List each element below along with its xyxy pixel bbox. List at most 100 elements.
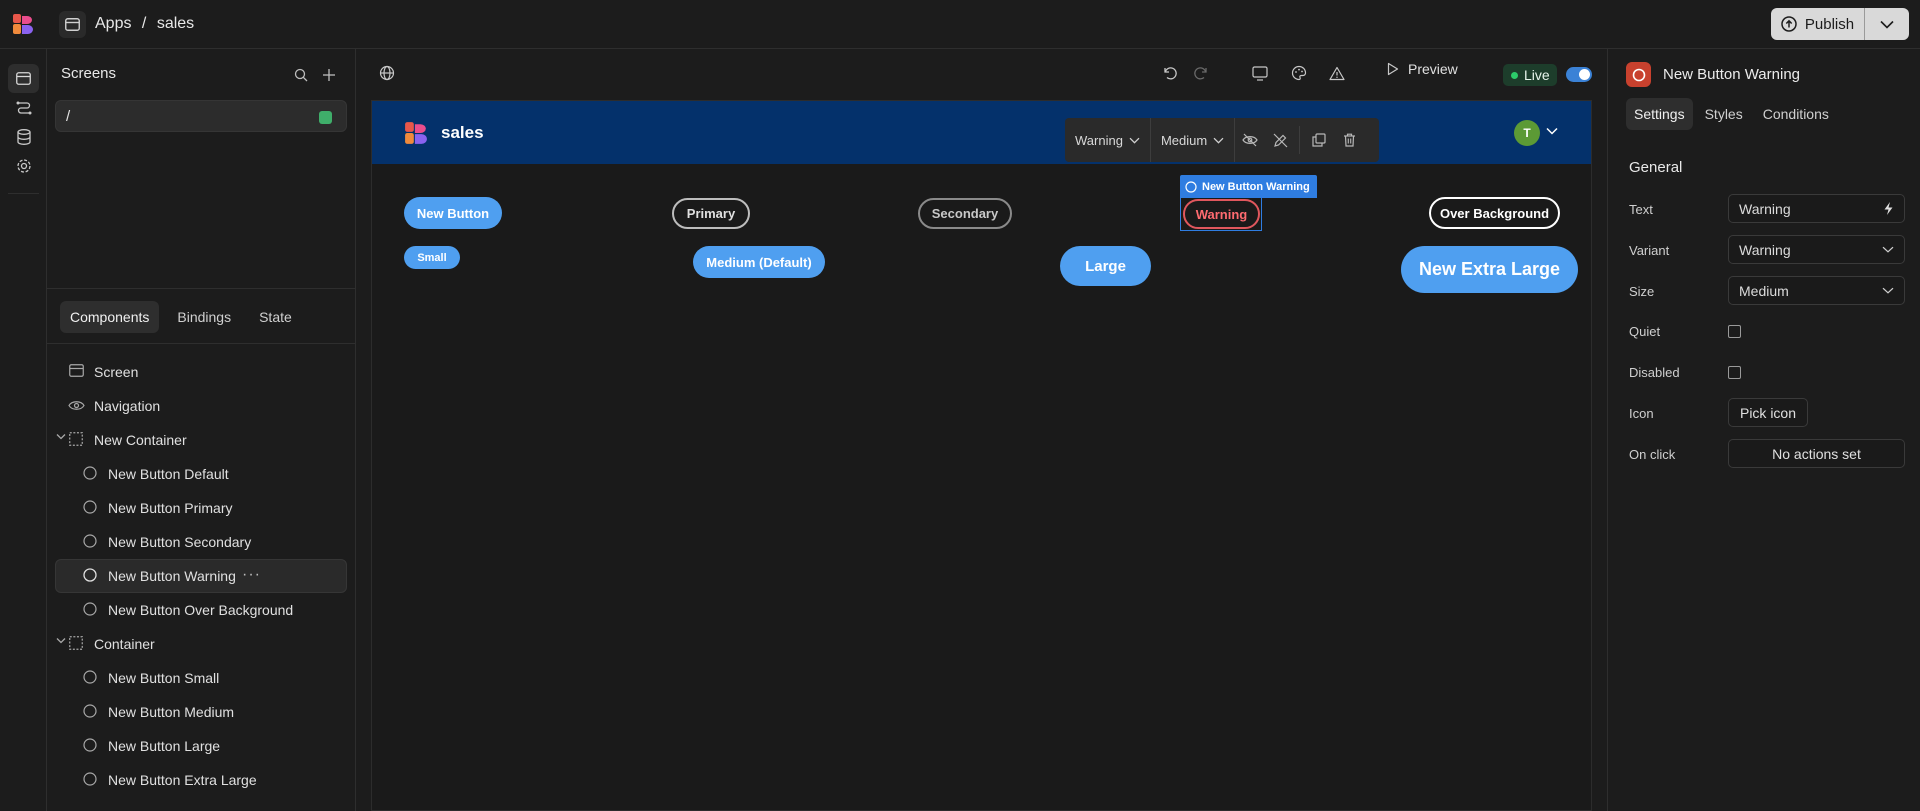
search-icon	[294, 68, 308, 82]
database-icon	[16, 128, 31, 145]
breadcrumb-apps[interactable]: Apps	[95, 15, 131, 32]
avatar[interactable]: T	[1514, 120, 1540, 146]
chevron-down-icon	[56, 434, 66, 440]
component-name[interactable]: New Button Warning	[1663, 66, 1800, 83]
app-logo-icon	[404, 121, 428, 145]
tab-bindings[interactable]: Bindings	[167, 301, 241, 333]
tree-item-new-container[interactable]: New Container	[55, 423, 347, 457]
breadcrumb-separator: /	[141, 15, 147, 32]
tree-item-new-button-small[interactable]: New Button Small	[55, 661, 347, 695]
left-panel: Screens / Components Bindings State Scre…	[47, 49, 356, 811]
live-label: Live	[1524, 67, 1550, 83]
tree-item-label: New Button Extra Large	[108, 772, 257, 788]
tab-conditions[interactable]: Conditions	[1755, 98, 1837, 130]
button-extra-large[interactable]: New Extra Large	[1401, 246, 1578, 293]
screen-item[interactable]: /	[55, 100, 347, 132]
variant-label: Variant	[1629, 243, 1670, 258]
size-select[interactable]: Medium	[1151, 118, 1236, 162]
pick-icon-button[interactable]: Pick icon	[1728, 398, 1808, 427]
tree-item-new-button-secondary[interactable]: New Button Secondary	[55, 525, 347, 559]
rail-automation-button[interactable]	[8, 93, 39, 122]
chevron-down-icon	[56, 638, 66, 644]
quiet-toggle-button[interactable]	[1235, 118, 1265, 162]
redo-button[interactable]	[1193, 61, 1209, 85]
globe-button[interactable]	[379, 61, 395, 85]
tab-settings[interactable]: Settings	[1626, 98, 1693, 130]
tree-item-navigation[interactable]: Navigation	[55, 389, 347, 423]
tree-item-new-button-over-background[interactable]: New Button Over Background	[55, 593, 347, 627]
size-select-value: Medium	[1160, 132, 1208, 148]
play-icon	[1387, 62, 1399, 76]
variant-dropdown[interactable]: Warning	[1728, 235, 1905, 264]
publish-button[interactable]: Publish	[1771, 8, 1865, 40]
theme-button[interactable]	[1291, 61, 1307, 85]
chevron-down-icon	[1546, 127, 1558, 135]
app-navigation-bar: sales T Warning Medium	[372, 101, 1591, 164]
device-preview-button[interactable]	[1252, 61, 1268, 85]
chevron-down-icon	[1129, 137, 1140, 144]
button-circle-icon	[83, 500, 97, 514]
variant-select[interactable]: Warning	[1065, 118, 1151, 162]
tree-item-new-button-medium[interactable]: New Button Medium	[55, 695, 347, 729]
button-large[interactable]: Large	[1060, 246, 1151, 286]
button-over-background[interactable]: Over Background	[1429, 197, 1560, 229]
quiet-checkbox[interactable]	[1728, 325, 1741, 338]
tree-item-new-button-warning[interactable]: New Button Warning ···	[55, 559, 347, 593]
tree-item-label: New Button Secondary	[108, 534, 252, 550]
more-options-icon[interactable]: ···	[242, 566, 261, 584]
size-dropdown[interactable]: Medium	[1728, 276, 1905, 305]
button-small[interactable]: Small	[404, 246, 460, 269]
button-new-button[interactable]: New Button	[404, 197, 502, 229]
selected-component-name: New Button Warning	[1202, 180, 1310, 193]
breadcrumb-app[interactable]: sales	[157, 15, 194, 32]
variant-dropdown-value: Warning	[1739, 241, 1791, 258]
button-circle-icon	[83, 602, 97, 616]
chevron-down-icon	[1882, 287, 1894, 294]
trash-icon	[1343, 133, 1355, 147]
redo-icon	[1194, 67, 1207, 80]
add-screen-button[interactable]	[318, 64, 340, 86]
size-label: Size	[1629, 284, 1655, 299]
screen-path: /	[66, 108, 71, 125]
rail-settings-button[interactable]	[8, 151, 39, 180]
tree-item-label: New Button Warning	[108, 568, 236, 584]
search-screens-button[interactable]	[290, 64, 312, 86]
canvas-area: Preview Live sales T Warning Medium New …	[356, 49, 1607, 811]
preview-button[interactable]: Preview	[1387, 61, 1458, 77]
settings-tabs: Settings Styles Conditions	[1626, 98, 1837, 130]
duplicate-button[interactable]	[1304, 118, 1334, 162]
tree-item-container[interactable]: Container	[55, 627, 347, 661]
text-field[interactable]: Warning	[1728, 194, 1905, 223]
warnings-button[interactable]	[1329, 61, 1345, 85]
publish-options-button[interactable]	[1865, 8, 1909, 40]
tree-item-new-button-large[interactable]: New Button Large	[55, 729, 347, 763]
button-circle-icon	[83, 772, 97, 786]
button-circle-icon	[1185, 180, 1197, 193]
undo-button[interactable]	[1162, 61, 1178, 85]
tree-item-new-button-default[interactable]: New Button Default	[55, 457, 347, 491]
preview-label: Preview	[1408, 61, 1458, 77]
disable-toggle-button[interactable]	[1265, 118, 1295, 162]
button-secondary[interactable]: Secondary	[918, 198, 1012, 229]
button-medium[interactable]: Medium (Default)	[693, 246, 825, 278]
tree-item-new-button-primary[interactable]: New Button Primary	[55, 491, 347, 525]
on-click-actions-button[interactable]: No actions set	[1728, 439, 1905, 468]
tree-item-new-button-extra-large[interactable]: New Button Extra Large	[55, 763, 347, 797]
screens-title: Screens	[61, 65, 117, 82]
budibase-logo-icon[interactable]	[12, 13, 34, 35]
tree-item-label: New Button Primary	[108, 500, 233, 516]
tab-components[interactable]: Components	[60, 301, 160, 333]
live-dot-icon	[1511, 71, 1518, 79]
publish-button-group: Publish	[1771, 8, 1909, 40]
live-toggle[interactable]	[1566, 67, 1592, 82]
tab-state[interactable]: State	[249, 301, 302, 333]
button-primary[interactable]: Primary	[672, 198, 750, 229]
tree-item-screen[interactable]: Screen	[55, 355, 347, 389]
rail-design-button[interactable]	[8, 64, 39, 93]
disabled-checkbox[interactable]	[1728, 366, 1741, 379]
sidebar-toggle-button[interactable]	[59, 11, 86, 38]
delete-button[interactable]	[1334, 118, 1364, 162]
rail-data-button[interactable]	[8, 122, 39, 151]
tab-styles[interactable]: Styles	[1697, 98, 1751, 130]
chevron-down-icon	[1880, 20, 1894, 29]
